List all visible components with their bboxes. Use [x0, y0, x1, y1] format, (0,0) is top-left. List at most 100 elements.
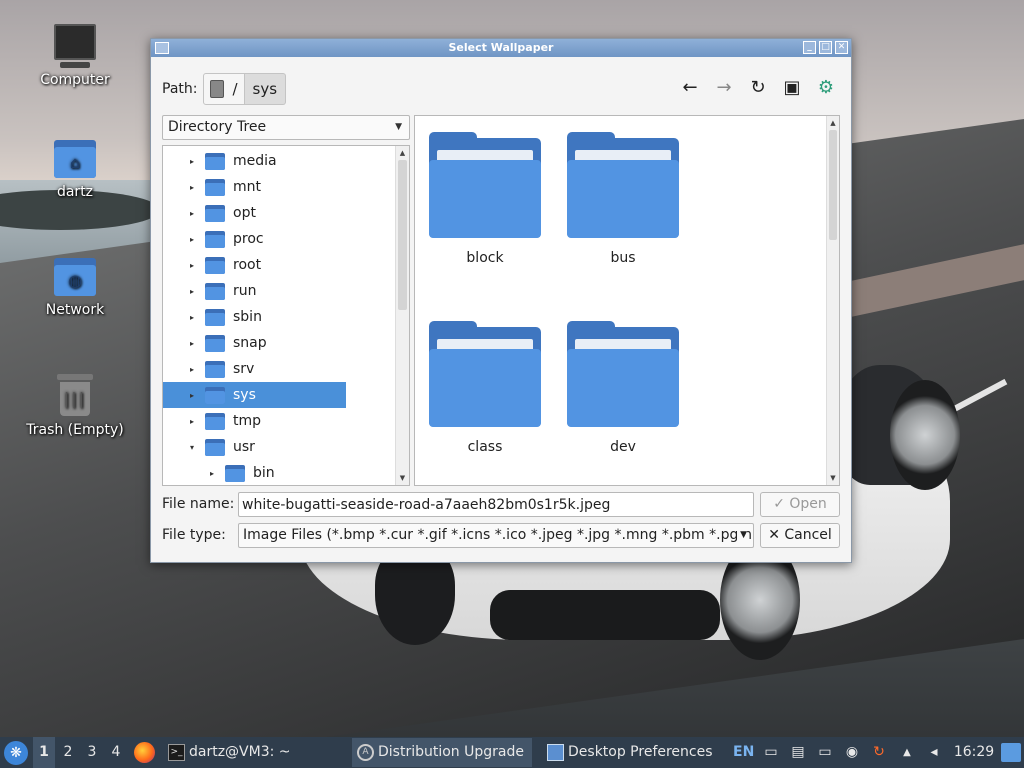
scroll-thumb[interactable] — [829, 130, 837, 240]
display-icon[interactable]: ▭ — [816, 737, 834, 768]
keyboard-layout-indicator[interactable]: EN — [733, 737, 754, 768]
file-view-scrollbar[interactable]: ▲ ▼ — [826, 116, 839, 485]
select-wallpaper-dialog: Select Wallpaper _ □ ✕ Path: / sys ← → ↻… — [150, 38, 852, 563]
window-menu-icon[interactable] — [155, 42, 169, 54]
tree-item-label: opt — [233, 205, 256, 221]
monitor-icon[interactable]: ▭ — [762, 737, 780, 768]
tree-item-proc[interactable]: ▸ proc — [163, 226, 395, 252]
preferences-icon — [547, 744, 564, 761]
tree-item-usr[interactable]: ▾ usr — [163, 434, 395, 460]
expand-arrow-icon[interactable]: ▸ — [187, 365, 197, 374]
filetype-select[interactable]: Image Files (*.bmp *.cur *.gif *.icns *.… — [238, 523, 754, 548]
desktop-icon-home[interactable]: ⌂ dartz — [20, 140, 130, 200]
folder-icon — [205, 386, 225, 404]
firefox-icon[interactable] — [134, 742, 155, 763]
filter-options-icon[interactable]: ⚙ — [815, 77, 837, 99]
workspace-2[interactable]: 2 — [57, 737, 79, 768]
updater-icon[interactable]: ↻ — [870, 737, 888, 768]
scroll-up-icon[interactable]: ▲ — [396, 146, 409, 160]
expand-arrow-icon[interactable]: ▸ — [187, 157, 197, 166]
tree-item-label: snap — [233, 335, 267, 351]
scroll-down-icon[interactable]: ▼ — [827, 471, 839, 485]
task-label: Desktop Preferences — [568, 744, 713, 760]
tree-item-tmp[interactable]: ▸ tmp — [163, 408, 395, 434]
expand-arrow-icon[interactable]: ▸ — [187, 261, 197, 270]
forward-arrow-icon[interactable]: → — [713, 77, 735, 99]
tree-item-label: root — [233, 257, 262, 273]
workspace-4[interactable]: 4 — [105, 737, 127, 768]
tree-item-run[interactable]: ▸ run — [163, 278, 395, 304]
desktop-icon-label: dartz — [56, 184, 94, 200]
collapse-arrow-icon[interactable]: ▾ — [187, 443, 197, 452]
expand-arrow-icon[interactable]: ▸ — [187, 209, 197, 218]
task-terminal[interactable]: >_ dartz@VM3: ~ — [163, 738, 299, 767]
update-icon[interactable]: ◉ — [843, 737, 861, 768]
path-crumb-label: sys — [252, 80, 278, 98]
refresh-icon[interactable]: ↻ — [747, 77, 769, 99]
tree-item-bin[interactable]: ▸ bin — [163, 460, 395, 485]
clipboard-icon[interactable]: ▤ — [789, 737, 807, 768]
scroll-thumb[interactable] — [398, 160, 407, 310]
path-crumb-sys[interactable]: sys — [244, 73, 287, 105]
close-icon[interactable]: ✕ — [835, 41, 848, 54]
workspace-3[interactable]: 3 — [81, 737, 103, 768]
minimize-icon[interactable]: _ — [803, 41, 816, 54]
folder-icon — [205, 256, 225, 274]
tree-item-media[interactable]: ▸ media — [163, 148, 395, 174]
back-arrow-icon[interactable]: ← — [679, 77, 701, 99]
tree-item-mnt[interactable]: ▸ mnt — [163, 174, 395, 200]
tree-item-opt[interactable]: ▸ opt — [163, 200, 395, 226]
file-item-dev[interactable]: dev — [558, 321, 688, 455]
path-crumb-root[interactable]: / — [203, 73, 245, 105]
expand-arrow-icon[interactable]: ▸ — [187, 235, 197, 244]
expand-arrow-icon[interactable]: ▸ — [207, 469, 217, 478]
desktop-icon-computer[interactable]: Computer — [20, 24, 130, 88]
folder-icon — [205, 230, 225, 248]
folder-icon — [205, 334, 225, 352]
volume-icon[interactable]: ◂ — [925, 737, 943, 768]
desktop-icon-trash[interactable]: ||| Trash (Empty) — [20, 374, 130, 438]
new-folder-icon[interactable]: ▣ — [781, 77, 803, 99]
maximize-icon[interactable]: □ — [819, 41, 832, 54]
desktop-icon-label: Network — [45, 302, 105, 318]
file-item-bus[interactable]: bus — [558, 132, 688, 266]
tray-expand-icon[interactable]: ▲ — [898, 737, 916, 768]
tree-item-snap[interactable]: ▸ snap — [163, 330, 395, 356]
titlebar[interactable]: Select Wallpaper _ □ ✕ — [151, 39, 851, 57]
tree-item-label: mnt — [233, 179, 261, 195]
workspace-1[interactable]: 1 — [33, 737, 55, 768]
folder-icon — [205, 438, 225, 456]
task-desktop-preferences[interactable]: Desktop Preferences — [542, 738, 721, 767]
clock[interactable]: 16:29 — [950, 737, 998, 768]
expand-arrow-icon[interactable]: ▸ — [187, 183, 197, 192]
tree-item-sys[interactable]: ▸ sys — [163, 382, 395, 408]
file-item-class[interactable]: class — [420, 321, 550, 455]
view-mode-select[interactable]: Directory Tree ▼ — [162, 115, 410, 140]
desktop-icon-network[interactable]: ◍ Network — [20, 258, 130, 318]
tree-scrollbar[interactable]: ▲ ▼ — [395, 146, 409, 485]
expand-arrow-icon[interactable]: ▸ — [187, 339, 197, 348]
task-distribution-upgrade[interactable]: A Distribution Upgrade — [352, 738, 532, 767]
computer-icon — [54, 24, 96, 68]
expand-arrow-icon[interactable]: ▸ — [187, 391, 197, 400]
open-button[interactable]: ✓ Open — [760, 492, 840, 517]
tree-item-root[interactable]: ▸ root — [163, 252, 395, 278]
home-folder-icon: ⌂ — [54, 140, 96, 178]
task-label: dartz@VM3: ~ — [189, 744, 291, 760]
show-desktop-icon[interactable] — [1001, 743, 1021, 762]
start-menu-icon[interactable]: ❋ — [4, 741, 28, 765]
drive-icon — [210, 80, 225, 98]
scroll-down-icon[interactable]: ▼ — [396, 471, 409, 485]
folder-icon — [205, 178, 225, 196]
expand-arrow-icon[interactable]: ▸ — [187, 313, 197, 322]
expand-arrow-icon[interactable]: ▸ — [187, 417, 197, 426]
file-item-block[interactable]: block — [420, 132, 550, 266]
scroll-up-icon[interactable]: ▲ — [827, 116, 839, 130]
expand-arrow-icon[interactable]: ▸ — [187, 287, 197, 296]
network-folder-icon: ◍ — [54, 258, 96, 296]
folder-icon — [205, 152, 225, 170]
tree-item-srv[interactable]: ▸ srv — [163, 356, 395, 382]
cancel-button[interactable]: ✕ Cancel — [760, 523, 840, 548]
filename-input[interactable] — [238, 492, 754, 517]
tree-item-sbin[interactable]: ▸ sbin — [163, 304, 395, 330]
